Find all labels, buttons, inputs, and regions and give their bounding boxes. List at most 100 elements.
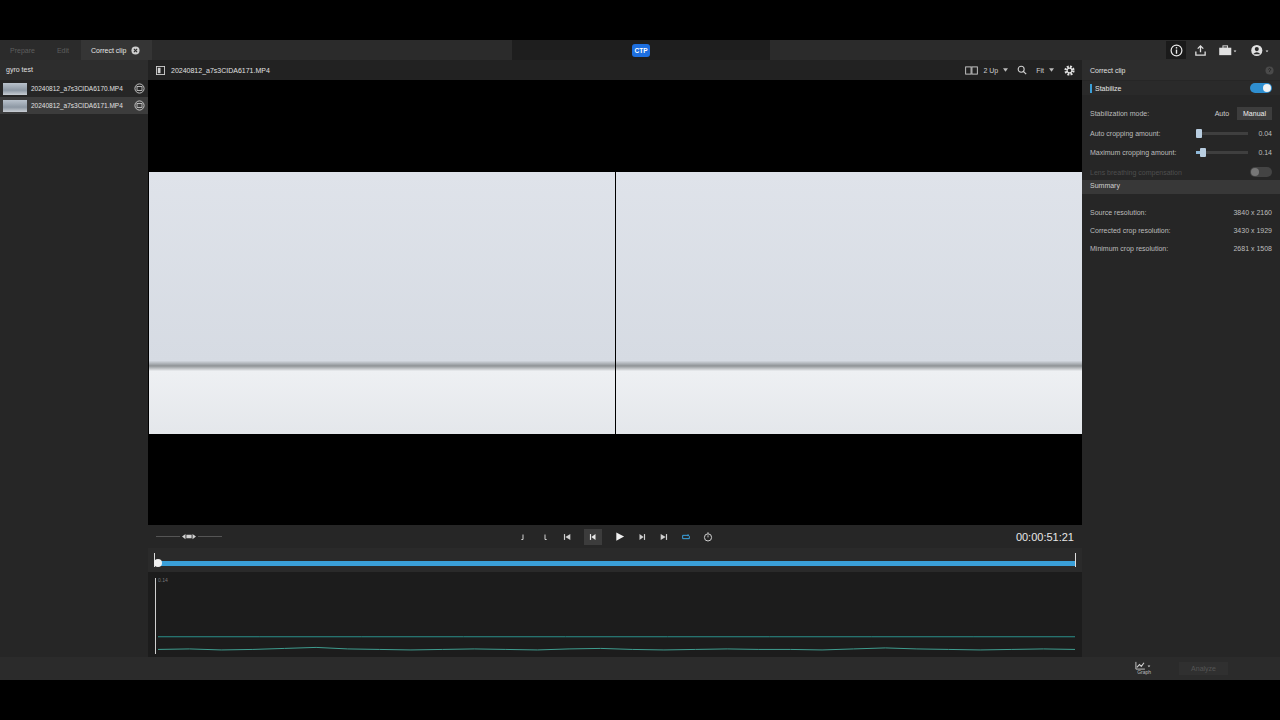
app-window: Prepare Edit Correct clip CTP gyro test … xyxy=(0,0,1280,720)
timeline-range[interactable] xyxy=(154,553,1076,567)
toggle-knob xyxy=(1251,168,1259,176)
go-to-end-icon[interactable] xyxy=(659,532,669,542)
summary-value: 2681 x 1508 xyxy=(1233,245,1272,252)
header-bar: Prepare Edit Correct clip CTP xyxy=(0,40,1280,60)
mode-option[interactable]: Auto xyxy=(1209,107,1235,120)
slider-handle[interactable] xyxy=(1200,148,1206,157)
zoom-dropdown[interactable]: Fit xyxy=(1036,67,1054,74)
timecode: 00:00:51:21 xyxy=(1016,531,1074,543)
tab[interactable]: Edit xyxy=(47,40,81,60)
transport-bar: 00:00:51:21 xyxy=(148,525,1082,548)
toolbox-icon xyxy=(1218,44,1239,57)
tab[interactable]: Prepare xyxy=(0,40,47,60)
zoom-track xyxy=(156,536,180,537)
gear-icon[interactable] xyxy=(1063,64,1076,77)
stabilized-badge-icon xyxy=(134,83,145,94)
stabilized-badge-icon xyxy=(134,100,145,111)
close-icon[interactable] xyxy=(131,46,140,55)
zoom-track xyxy=(198,536,222,537)
layout-label: 2 Up xyxy=(983,67,998,74)
summary-list: Source resolution: 3840 x 2160 Corrected … xyxy=(1082,194,1280,252)
caret-icon xyxy=(1003,68,1008,72)
stabilize-row: Stabilize xyxy=(1082,81,1280,95)
video-frame xyxy=(616,172,1082,434)
mark-out-icon[interactable] xyxy=(540,532,550,542)
slider-label: Maximum cropping amount: xyxy=(1090,149,1196,156)
user-icon xyxy=(1250,44,1271,57)
tab-label: Prepare xyxy=(10,47,35,54)
viewer-toolbar: 20240812_a7s3CIDA6171.MP4 2 Up Fit xyxy=(148,60,1082,80)
viewer-column: 20240812_a7s3CIDA6171.MP4 2 Up Fit 00:00… xyxy=(148,60,1082,657)
summary-value: 3840 x 2160 xyxy=(1233,209,1272,216)
crop-graph: 0.14 xyxy=(148,572,1082,657)
bottom-letterbox xyxy=(0,680,1280,720)
summary-row: Corrected crop resolution: 3430 x 1929 xyxy=(1090,227,1272,234)
top-letterbox xyxy=(0,0,1280,40)
graph-plot: 0.14 xyxy=(155,578,1075,654)
video-frame xyxy=(149,172,615,434)
summary-value: 3430 x 1929 xyxy=(1233,227,1272,234)
analyze-button[interactable]: Analyze xyxy=(1179,662,1228,675)
step-forward-icon[interactable] xyxy=(637,532,647,542)
stabilize-toggle[interactable] xyxy=(1250,83,1272,93)
viewer-file: 20240812_a7s3CIDA6171.MP4 xyxy=(156,66,270,75)
timeline xyxy=(148,548,1082,572)
logo-zone: CTP xyxy=(512,40,770,60)
slider[interactable] xyxy=(1196,132,1248,135)
slider-label: Auto cropping amount: xyxy=(1090,130,1196,137)
layout-dropdown[interactable]: 2 Up xyxy=(965,66,1008,75)
caret-icon xyxy=(1049,68,1054,72)
viewer-tools: 2 Up Fit xyxy=(965,64,1076,77)
viewer-filename: 20240812_a7s3CIDA6171.MP4 xyxy=(171,67,270,74)
mode-row: Stabilization mode: AutoManual xyxy=(1082,105,1280,121)
play-icon[interactable] xyxy=(614,531,625,542)
scrub-zoom[interactable] xyxy=(156,533,518,540)
summary-label: Corrected crop resolution: xyxy=(1090,227,1171,234)
timer-icon[interactable] xyxy=(703,532,713,542)
zoom-handle-icon[interactable] xyxy=(182,533,196,540)
clip-thumbnail xyxy=(3,100,27,112)
graph-chart xyxy=(158,583,1075,654)
tab[interactable]: Correct clip xyxy=(81,40,152,60)
mode-label: Stabilization mode: xyxy=(1090,110,1209,117)
stabilize-label: Stabilize xyxy=(1090,84,1121,93)
export-button[interactable] xyxy=(1190,41,1210,59)
summary-header: Summary xyxy=(1082,180,1280,194)
clip-name: 20240812_a7s3CIDA6171.MP4 xyxy=(31,102,130,109)
step-back-button[interactable] xyxy=(584,529,602,545)
clip-thumbnail xyxy=(3,83,27,95)
clip-item[interactable]: 20240812_a7s3CIDA6170.MP4 xyxy=(0,80,148,97)
library-panel: gyro test 20240812_a7s3CIDA6170.MP4 2024… xyxy=(0,60,148,657)
info-button[interactable] xyxy=(1166,41,1186,59)
split-view-icon xyxy=(965,66,978,75)
lens-label: Lens breathing compensation xyxy=(1090,169,1250,176)
summary-label: Source resolution: xyxy=(1090,209,1146,216)
slider-reading: 0.14 xyxy=(1254,149,1272,156)
playhead[interactable] xyxy=(154,559,162,567)
toolbox-button[interactable] xyxy=(1214,41,1242,59)
clip-icon xyxy=(156,66,165,75)
mark-in-icon[interactable] xyxy=(518,532,528,542)
tab-bar: Prepare Edit Correct clip xyxy=(0,40,512,60)
clip-item[interactable]: 20240812_a7s3CIDA6171.MP4 xyxy=(0,97,148,114)
graph-series-line xyxy=(158,647,1075,650)
transport-controls xyxy=(518,529,713,545)
slider-row: Maximum cropping amount: 0.14 xyxy=(1082,145,1280,159)
help-icon[interactable] xyxy=(1265,66,1274,75)
library-title: gyro test xyxy=(0,60,148,80)
zoom-label: Fit xyxy=(1036,67,1044,74)
account-button[interactable] xyxy=(1246,41,1274,59)
loop-icon[interactable] xyxy=(681,532,691,542)
info-icon xyxy=(1170,44,1183,57)
panel-header: Correct clip xyxy=(1082,60,1280,80)
graph-button[interactable]: Graph xyxy=(1135,661,1153,676)
export-icon xyxy=(1194,44,1207,57)
slider[interactable] xyxy=(1196,151,1248,154)
workspace: gyro test 20240812_a7s3CIDA6170.MP4 2024… xyxy=(0,60,1280,657)
go-to-start-icon[interactable] xyxy=(562,532,572,542)
slider-handle[interactable] xyxy=(1196,129,1202,138)
chart-icon xyxy=(1135,661,1153,670)
zoom-icon[interactable] xyxy=(1017,65,1027,75)
summary-row: Minimum crop resolution: 2681 x 1508 xyxy=(1090,245,1272,252)
mode-option[interactable]: Manual xyxy=(1237,107,1272,120)
